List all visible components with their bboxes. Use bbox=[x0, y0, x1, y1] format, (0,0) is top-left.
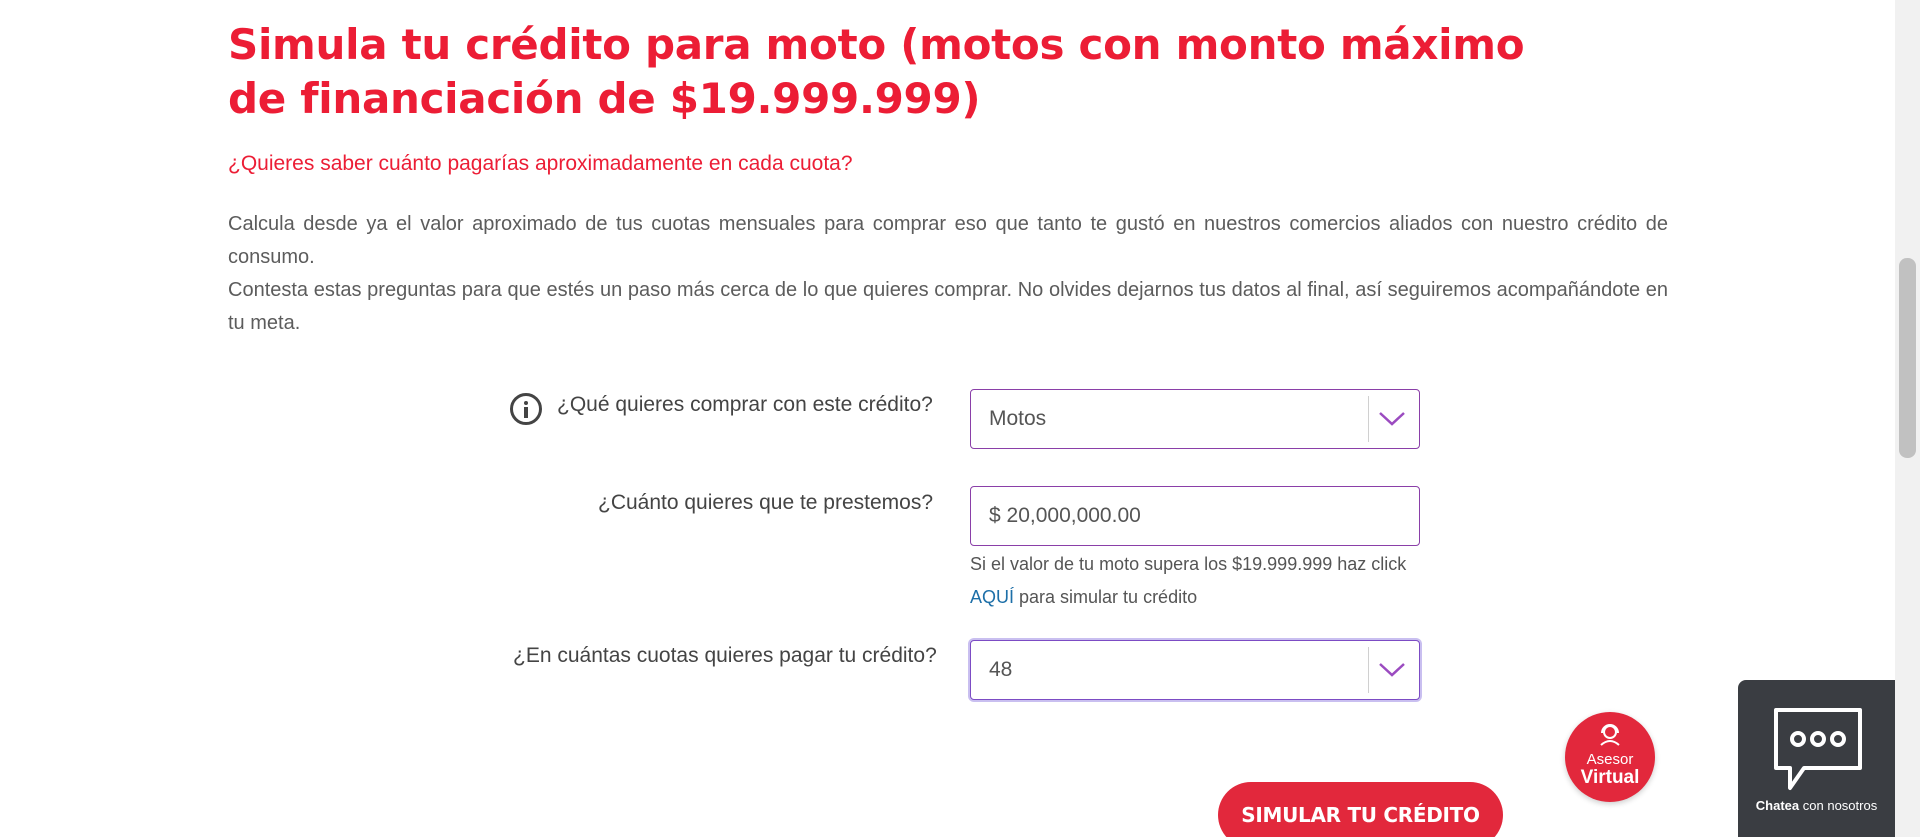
advisor-label-line2: Virtual bbox=[1580, 767, 1640, 788]
scrollbar-thumb[interactable] bbox=[1899, 258, 1916, 458]
intro-paragraph-1: Calcula desde ya el valor aproximado de … bbox=[228, 213, 1668, 268]
hint-suffix: para simular tu crédito bbox=[1014, 587, 1198, 607]
chat-label: Chatea con nosotros bbox=[1738, 798, 1895, 813]
purchase-type-value: Motos bbox=[989, 407, 1047, 430]
loan-amount-value: $ 20,000,000.00 bbox=[989, 504, 1141, 527]
chat-bubble-icon bbox=[1774, 708, 1862, 790]
loan-amount-hint-link-line: AQUÍ para simular tu crédito bbox=[970, 587, 1197, 608]
purchase-type-select[interactable]: Motos bbox=[970, 389, 1420, 449]
select-divider bbox=[1368, 647, 1369, 693]
page-title: Simula tu crédito para moto (motos con m… bbox=[228, 20, 1525, 123]
page-scrollbar[interactable] bbox=[1895, 0, 1920, 837]
chat-label-bold: Chatea bbox=[1755, 798, 1800, 813]
simulate-credit-button[interactable]: SIMULAR TU CRÉDITO bbox=[1218, 782, 1503, 837]
aqui-link[interactable]: AQUÍ bbox=[970, 587, 1014, 607]
installments-value: 48 bbox=[989, 658, 1013, 681]
loan-amount-label: ¿Cuánto quieres que te prestemos? bbox=[598, 491, 934, 514]
chat-widget[interactable]: Chatea con nosotros bbox=[1738, 680, 1895, 837]
loan-amount-input[interactable]: $ 20,000,000.00 bbox=[970, 486, 1420, 546]
purchase-type-label: ¿Qué quieres comprar con este crédito? bbox=[557, 393, 933, 416]
page-subtitle: ¿Quieres saber cuánto pagarías aproximad… bbox=[228, 152, 853, 175]
chevron-down-icon[interactable] bbox=[1375, 402, 1409, 436]
chat-label-rest: con nosotros bbox=[1799, 798, 1878, 813]
info-icon[interactable] bbox=[510, 393, 542, 425]
loan-amount-hint: Si el valor de tu moto supera los $19.99… bbox=[970, 554, 1406, 575]
installments-label: ¿En cuántas cuotas quieres pagar tu créd… bbox=[513, 644, 937, 667]
advisor-label-line1: Asesor bbox=[1586, 751, 1634, 768]
chevron-down-icon[interactable] bbox=[1375, 653, 1409, 687]
select-divider bbox=[1368, 396, 1369, 442]
installments-select[interactable]: 48 bbox=[970, 640, 1420, 700]
advisor-headset-icon bbox=[1600, 724, 1620, 746]
virtual-advisor-button[interactable]: Asesor Virtual bbox=[1565, 712, 1655, 802]
hint-text: Si el valor de tu moto supera los $19.99… bbox=[970, 554, 1407, 574]
intro-paragraph-2: Contesta estas preguntas para que estés … bbox=[228, 279, 1668, 334]
